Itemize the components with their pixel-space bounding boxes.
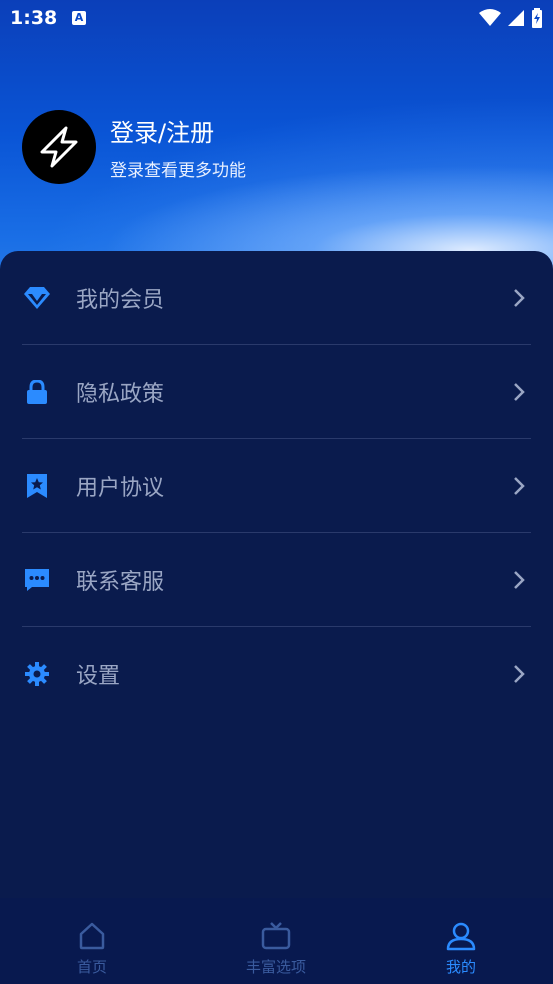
tab-home[interactable]: 首页: [0, 898, 184, 984]
tv-icon: [261, 922, 291, 950]
home-icon: [79, 922, 105, 950]
tab-label: 我的: [445, 958, 476, 976]
bottom-tab-bar: 首页 丰富选项 我的: [0, 898, 553, 984]
menu-item-settings[interactable]: 设置: [22, 627, 531, 721]
gear-icon: [22, 659, 52, 689]
user-icon: [446, 922, 476, 951]
status-time: 1:38: [10, 7, 58, 29]
menu-item-label: 隐私政策: [76, 382, 165, 407]
app-logo-icon: [40, 126, 78, 168]
battery-icon: [532, 8, 542, 28]
tab-options[interactable]: 丰富选项: [184, 898, 368, 984]
status-bar: 1:38 A: [0, 0, 553, 38]
login-profile[interactable]: 登录/注册 登录查看更多功能: [22, 110, 246, 184]
menu-item-label: 设置: [76, 664, 121, 689]
menu-item-label: 用户协议: [76, 476, 165, 501]
signal-icon: [508, 10, 524, 26]
lock-icon: [22, 377, 52, 407]
menu-item-membership[interactable]: 我的会员: [22, 251, 531, 345]
menu-panel: 我的会员 隐私政策 用户协议 联系客服 设置: [0, 251, 553, 911]
avatar[interactable]: [22, 110, 96, 184]
chevron-right-icon: [514, 571, 525, 589]
chat-icon: [22, 565, 52, 595]
app-badge-icon: A: [72, 11, 86, 25]
chevron-right-icon: [514, 665, 525, 683]
menu-item-user-agreement[interactable]: 用户协议: [22, 439, 531, 533]
chevron-right-icon: [514, 289, 525, 307]
login-subtitle: 登录查看更多功能: [110, 161, 246, 181]
tab-label: 丰富选项: [245, 958, 306, 976]
menu-item-label: 联系客服: [76, 570, 165, 595]
login-title[interactable]: 登录/注册: [110, 113, 246, 148]
chevron-right-icon: [514, 383, 525, 401]
chevron-right-icon: [514, 477, 525, 495]
tab-mine[interactable]: 我的: [369, 898, 553, 984]
tab-label: 首页: [76, 958, 107, 976]
wifi-icon: [479, 9, 501, 26]
menu-item-customer-service[interactable]: 联系客服: [22, 533, 531, 627]
menu-item-label: 我的会员: [76, 288, 165, 313]
diamond-icon: [22, 283, 52, 313]
menu-item-privacy-policy[interactable]: 隐私政策: [22, 345, 531, 439]
bookmark-star-icon: [22, 471, 52, 501]
